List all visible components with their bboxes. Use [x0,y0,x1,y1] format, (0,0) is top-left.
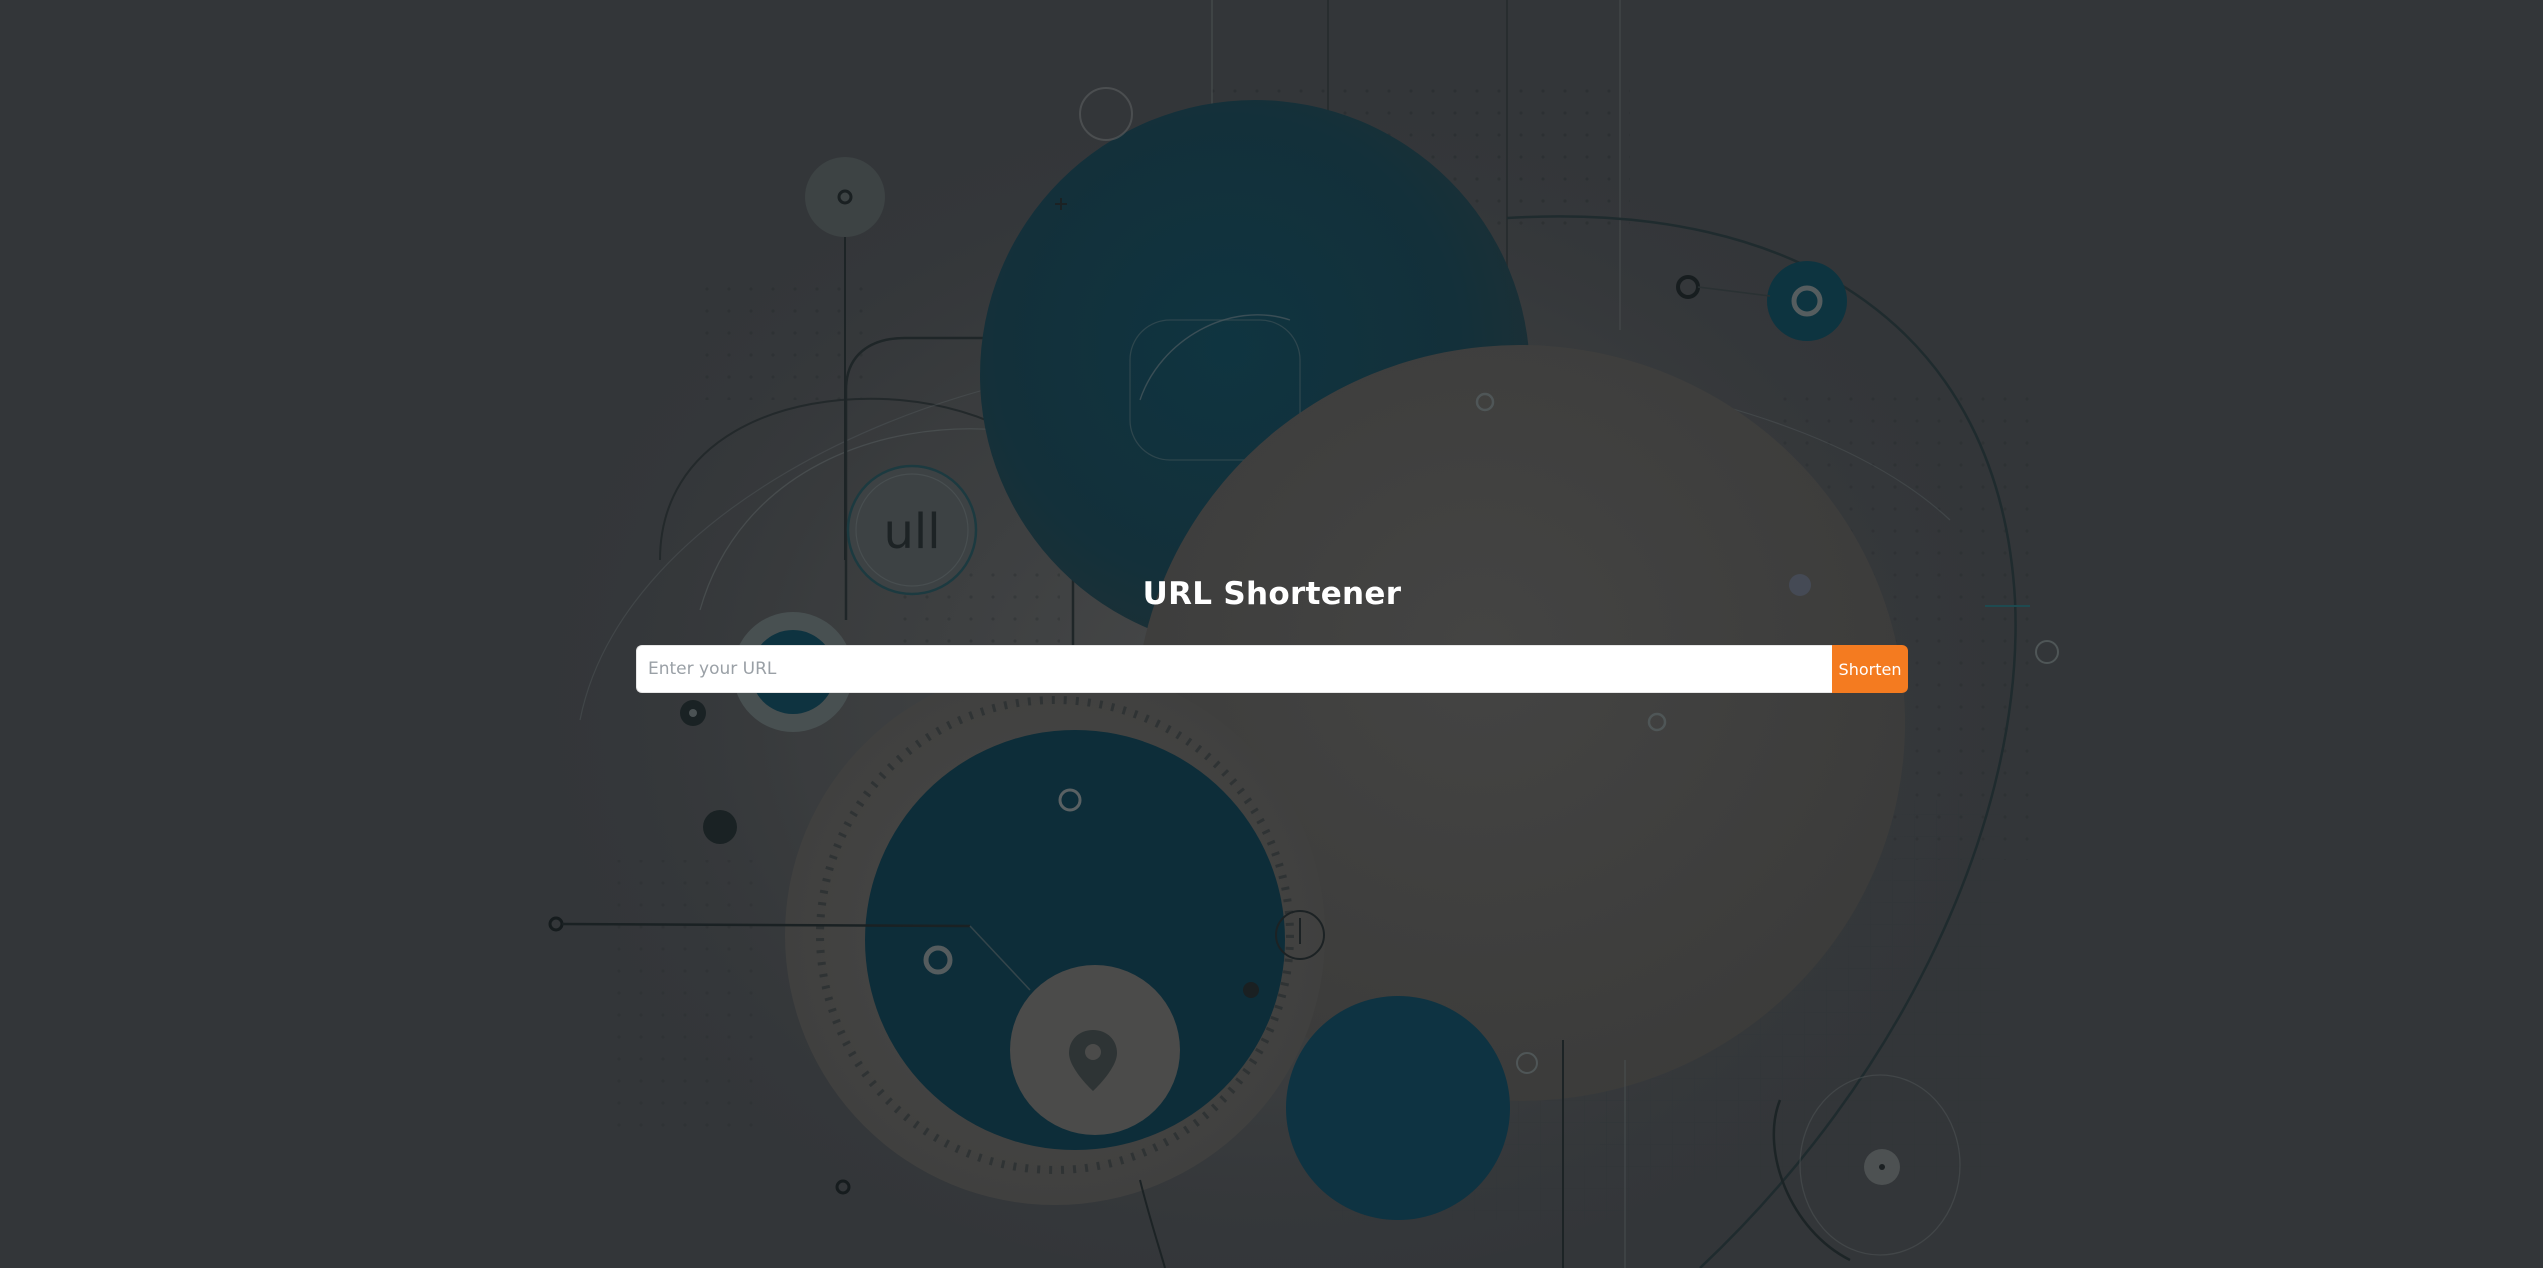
page-title: URL Shortener [1142,576,1402,612]
url-shortener-page: ull URL Shortener Enter your URL Shorten [0,0,2543,1268]
url-input[interactable] [636,645,1832,693]
shorten-form: Shorten [636,645,1908,693]
shorten-button[interactable]: Shorten [1832,645,1908,693]
ull-art-text: ull [883,504,940,560]
shortener-container: URL Shortener Shorten [636,572,1908,693]
